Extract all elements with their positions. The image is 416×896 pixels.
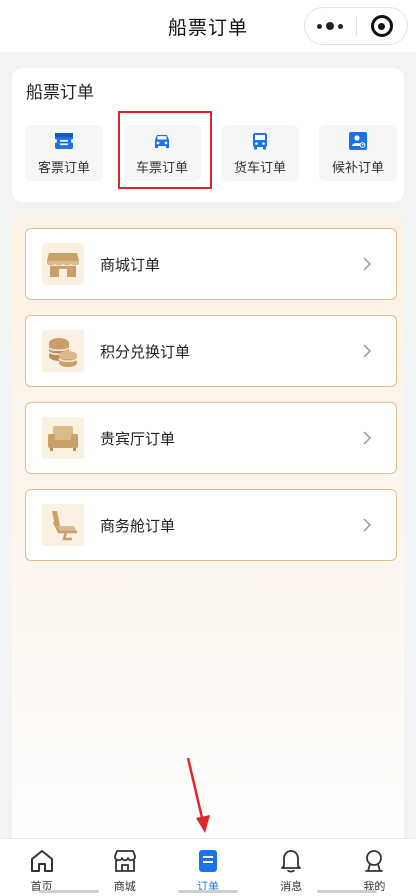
category-label: 车票订单: [135, 160, 188, 176]
more-button[interactable]: [305, 8, 356, 44]
tab-messages[interactable]: 消息: [250, 839, 333, 896]
car-icon: [155, 134, 169, 148]
category-label: 客票订单: [37, 160, 90, 176]
category-label: 货车订单: [233, 160, 286, 176]
order-row-points-exchange[interactable]: 积分兑换订单: [25, 315, 397, 387]
order-row-mall[interactable]: 商城订单: [25, 228, 397, 300]
bell-icon: [281, 850, 302, 873]
tab-mall[interactable]: 商城: [83, 839, 166, 896]
user-icon: [365, 850, 384, 872]
target-icon: [370, 15, 393, 37]
store-icon: [113, 850, 136, 872]
order-row-label: 贵宾厅订单: [100, 429, 176, 448]
annotation-arrow-icon: [186, 757, 210, 833]
home-indicator: [0, 890, 416, 894]
chevron-right-icon: [363, 518, 372, 532]
order-row-vip-lounge[interactable]: 贵宾厅订单: [25, 402, 397, 474]
order-row-label: 商务舱订单: [100, 516, 176, 535]
home-icon: [30, 850, 53, 872]
chevron-right-icon: [363, 431, 372, 445]
page-title: 船票订单: [167, 16, 248, 39]
coins-icon: [42, 330, 84, 372]
seat-icon: [42, 504, 84, 546]
ticket-category-card: 船票订单 客票订单 车票订单 货车订单 候补订单: [12, 68, 404, 202]
order-row-label: 商城订单: [100, 255, 161, 274]
sofa-icon: [42, 417, 84, 459]
category-card-title: 船票订单: [26, 83, 94, 103]
bottom-tab-bar: 首页 商城 订单 消息 我的: [0, 838, 416, 896]
tab-profile[interactable]: 我的: [333, 839, 416, 896]
category-waitlist[interactable]: 候补订单: [319, 125, 397, 181]
mini-program-capsule: [304, 7, 408, 45]
category-passenger-ticket[interactable]: 客票订单: [25, 125, 103, 181]
category-car-ticket[interactable]: 车票订单: [123, 125, 201, 181]
top-bar: 船票订单: [0, 0, 416, 52]
category-label: 候补订单: [331, 160, 384, 176]
chevron-right-icon: [363, 344, 372, 358]
order-row-business-class[interactable]: 商务舱订单: [25, 489, 397, 561]
chevron-right-icon: [363, 257, 372, 271]
waitlist-icon: [349, 131, 367, 150]
tab-home[interactable]: 首页: [0, 839, 83, 896]
tab-orders[interactable]: 订单: [166, 839, 249, 896]
category-truck-ticket[interactable]: 货车订单: [221, 125, 299, 181]
order-icon: [199, 850, 217, 872]
truck-icon: [253, 132, 267, 149]
close-button[interactable]: [357, 8, 408, 44]
more-dots-icon: [317, 22, 344, 30]
ticket-icon: [54, 132, 74, 149]
shop-icon: [42, 243, 84, 285]
order-row-label: 积分兑换订单: [100, 342, 191, 361]
